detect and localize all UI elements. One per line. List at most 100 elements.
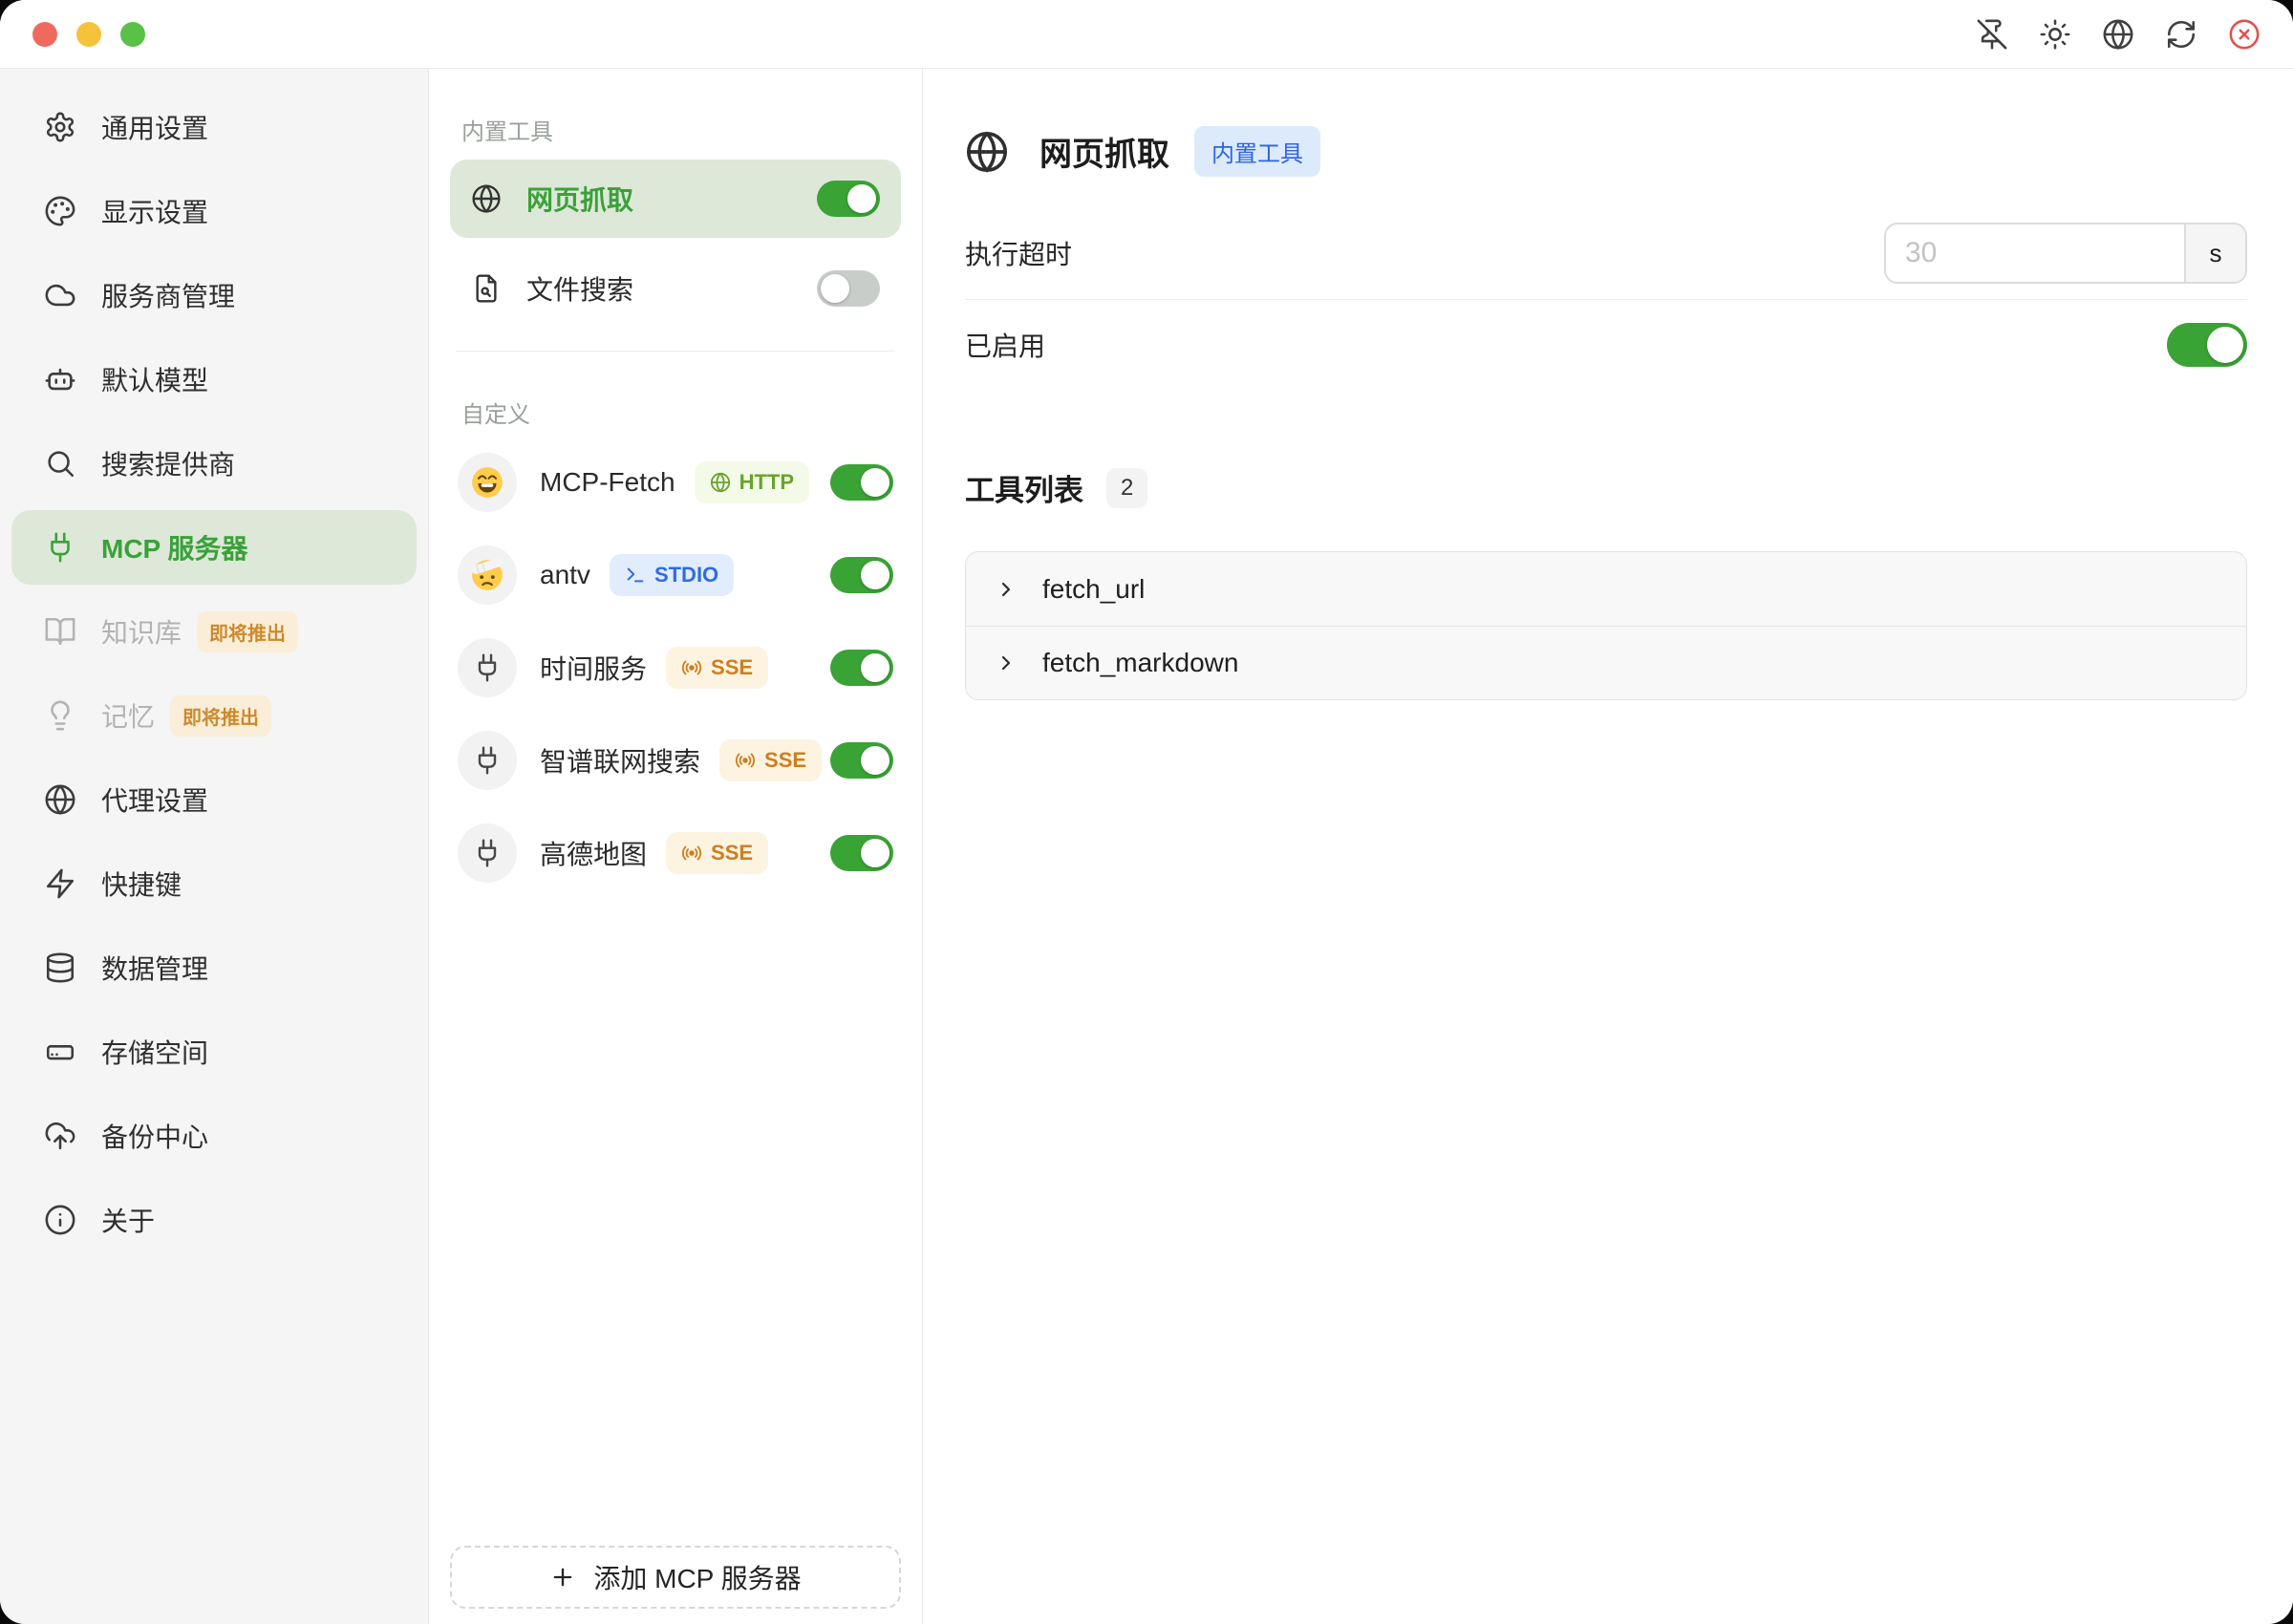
- sidebar-item-label: 备份中心: [101, 1117, 208, 1155]
- sidebar-item-display[interactable]: 显示设置: [11, 174, 417, 248]
- sidebar-item-label: 默认模型: [101, 360, 208, 398]
- section-divider: [456, 351, 895, 352]
- plus-icon: [549, 1564, 576, 1591]
- bandage-emoji-avatar: [458, 545, 517, 605]
- sidebar-item-label: 搜索提供商: [101, 444, 235, 482]
- sidebar-item-label: 存储空间: [101, 1033, 208, 1071]
- close-window-icon[interactable]: [2228, 18, 2261, 51]
- zap-icon: [44, 867, 76, 900]
- globe-icon: [471, 183, 502, 214]
- tool-row-fetch-url[interactable]: fetch_url: [966, 552, 2246, 626]
- sidebar-item-label: 代理设置: [101, 780, 208, 819]
- theme-sun-icon[interactable]: [2039, 18, 2071, 51]
- tools-header: 工具列表 2: [965, 466, 2247, 509]
- timeout-setting-row: 执行超时 s: [965, 223, 2247, 284]
- sidebar-item-backup[interactable]: 备份中心: [11, 1099, 417, 1173]
- sidebar-item-about[interactable]: 关于: [11, 1183, 417, 1257]
- page-title: 网页抓取: [1039, 128, 1169, 175]
- settings-window: 通用设置 显示设置 服务商管理: [0, 0, 2293, 1624]
- enabled-setting-row: 已启用: [965, 300, 2247, 390]
- tools-accordion: fetch_url fetch_markdown: [965, 551, 2247, 700]
- close-traffic-button[interactable]: [32, 22, 57, 47]
- enabled-toggle[interactable]: [2167, 323, 2247, 367]
- server-item-file-search[interactable]: 文件搜索: [450, 249, 901, 328]
- server-enabled-toggle[interactable]: [830, 464, 893, 501]
- custom-section-label: 自定义: [461, 395, 901, 429]
- transport-badge-sse: SSE: [666, 832, 768, 874]
- sidebar-item-default-model[interactable]: 默认模型: [11, 342, 417, 417]
- server-item-antv[interactable]: antv STDIO: [450, 536, 901, 614]
- tools-count-badge: 2: [1106, 468, 1147, 508]
- sidebar-item-data[interactable]: 数据管理: [11, 930, 417, 1005]
- hard-drive-icon: [44, 1036, 76, 1068]
- settings-sidebar: 通用设置 显示设置 服务商管理: [0, 69, 429, 1624]
- tools-title: 工具列表: [965, 466, 1083, 509]
- book-open-icon: [44, 615, 76, 648]
- cloud-icon: [44, 279, 76, 311]
- server-name: 高德地图: [540, 834, 647, 872]
- sidebar-item-mcp-servers[interactable]: MCP 服务器: [11, 510, 417, 585]
- sidebar-item-providers[interactable]: 服务商管理: [11, 258, 417, 332]
- sidebar-item-knowledge-base[interactable]: 知识库 即将推出: [11, 594, 417, 669]
- add-mcp-server-button[interactable]: 添加 MCP 服务器: [450, 1546, 901, 1609]
- chevron-right-icon: [995, 652, 1018, 674]
- sidebar-item-label: 通用设置: [101, 108, 208, 146]
- traffic-lights: [32, 22, 145, 47]
- transport-badge-sse: SSE: [666, 647, 768, 689]
- server-name: 文件搜索: [526, 269, 633, 308]
- sidebar-item-storage[interactable]: 存储空间: [11, 1015, 417, 1089]
- server-item-web-fetch[interactable]: 网页抓取: [450, 160, 901, 238]
- radio-icon: [681, 657, 702, 678]
- sidebar-item-search-provider[interactable]: 搜索提供商: [11, 426, 417, 501]
- transport-badge-stdio: STDIO: [610, 554, 734, 596]
- refresh-icon[interactable]: [2165, 18, 2197, 51]
- pin-off-icon[interactable]: [1976, 18, 2008, 51]
- chevron-right-icon: [995, 578, 1018, 601]
- sidebar-item-proxy[interactable]: 代理设置: [11, 762, 417, 837]
- timeout-label: 执行超时: [965, 234, 1072, 272]
- timeout-input[interactable]: [1886, 224, 2184, 282]
- enabled-label: 已启用: [965, 326, 1045, 364]
- server-name: MCP-Fetch: [540, 467, 675, 498]
- server-item-amap[interactable]: 高德地图 SSE: [450, 814, 901, 892]
- server-enabled-toggle[interactable]: [830, 835, 893, 871]
- gear-icon: [44, 111, 76, 143]
- builtin-tool-badge: 内置工具: [1194, 126, 1320, 177]
- titlebar: [0, 0, 2293, 69]
- grin-emoji-avatar: [458, 453, 517, 512]
- server-enabled-toggle[interactable]: [830, 742, 893, 779]
- language-globe-icon[interactable]: [2102, 18, 2134, 51]
- coming-soon-badge: 即将推出: [197, 611, 298, 652]
- titlebar-actions: [1976, 18, 2261, 51]
- server-enabled-toggle[interactable]: [830, 650, 893, 686]
- cloud-upload-icon: [44, 1120, 76, 1152]
- sidebar-item-label: 关于: [101, 1201, 155, 1239]
- sidebar-item-shortcuts[interactable]: 快捷键: [11, 846, 417, 921]
- sidebar-item-memory[interactable]: 记忆 即将推出: [11, 678, 417, 753]
- sidebar-item-label: MCP 服务器: [101, 528, 248, 566]
- plug-avatar: [458, 823, 517, 883]
- detail-header: 网页抓取 内置工具: [965, 126, 2247, 177]
- sidebar-item-general[interactable]: 通用设置: [11, 90, 417, 164]
- server-item-zhipu-search[interactable]: 智谱联网搜索 SSE: [450, 721, 901, 800]
- bot-icon: [44, 363, 76, 395]
- globe-icon: [965, 130, 1009, 174]
- builtin-section-label: 内置工具: [461, 113, 901, 146]
- info-icon: [44, 1204, 76, 1236]
- server-enabled-toggle[interactable]: [817, 181, 880, 217]
- lightbulb-icon: [44, 699, 76, 732]
- minimize-traffic-button[interactable]: [76, 22, 101, 47]
- palette-icon: [44, 195, 76, 227]
- sidebar-item-label: 服务商管理: [101, 276, 235, 314]
- server-name: 智谱联网搜索: [540, 741, 700, 780]
- timeout-unit: s: [2184, 224, 2245, 282]
- server-item-mcp-fetch[interactable]: MCP-Fetch HTTP: [450, 443, 901, 522]
- server-enabled-toggle[interactable]: [830, 557, 893, 593]
- sidebar-item-label: 数据管理: [101, 949, 208, 987]
- sidebar-item-label: 知识库: [101, 612, 182, 651]
- sidebar-item-label: 快捷键: [101, 865, 182, 903]
- zoom-traffic-button[interactable]: [120, 22, 145, 47]
- tool-row-fetch-markdown[interactable]: fetch_markdown: [966, 626, 2246, 699]
- server-enabled-toggle[interactable]: [817, 270, 880, 307]
- server-item-time-service[interactable]: 时间服务 SSE: [450, 629, 901, 707]
